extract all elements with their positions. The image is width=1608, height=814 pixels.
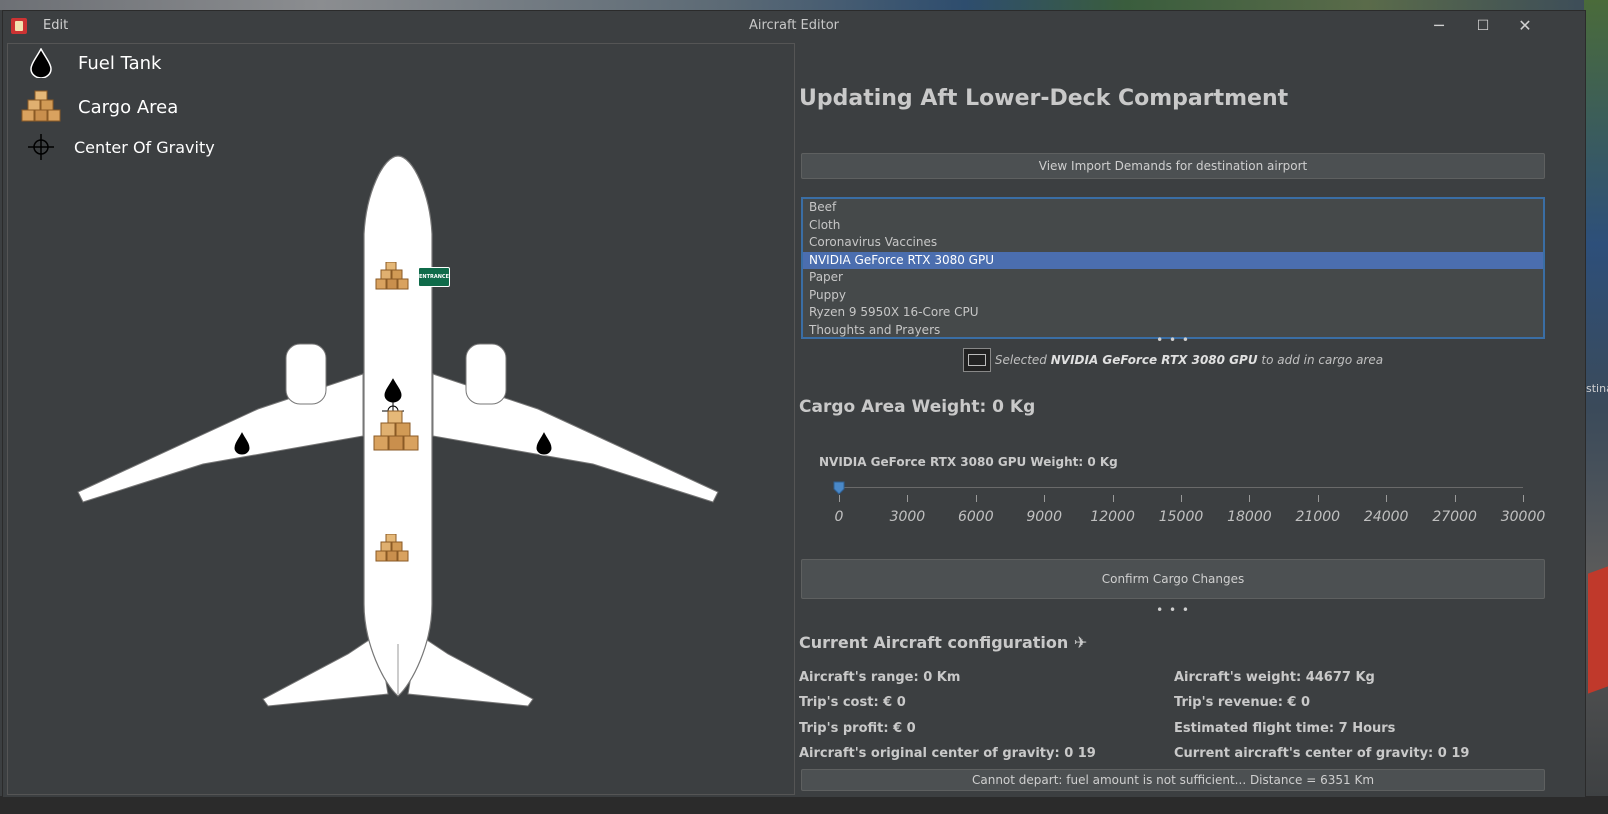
cargo-list-item[interactable]: Ryzen 9 5950X 16-Core CPU: [803, 304, 1543, 322]
configuration-title: Current Aircraft configuration ✈: [799, 633, 1088, 652]
cargo-area-marker-center[interactable]: [372, 410, 422, 452]
entrance-sign: ENTRANCE: [418, 267, 450, 287]
cargo-area-marker-front[interactable]: [374, 262, 410, 292]
compartment-heading: Updating Aft Lower-Deck Compartment: [799, 86, 1289, 111]
slider-tick: [1112, 495, 1114, 502]
aircraft-diagram-panel: Fuel Tank Cargo Area Center Of Gravity E…: [7, 43, 795, 795]
selection-item: NVIDIA GeForce RTX 3080 GPU: [1050, 353, 1258, 367]
cargo-list-item[interactable]: Puppy: [803, 287, 1543, 305]
view-import-demands-button[interactable]: View Import Demands for destination airp…: [801, 153, 1545, 179]
slider-tick-label: 24000: [1363, 509, 1409, 525]
title-bar[interactable]: Edit Aircraft Editor ─ ☐ ✕: [3, 11, 1585, 41]
maximize-button[interactable]: ☐: [1463, 14, 1503, 38]
slider-tick: [1454, 495, 1456, 502]
cargo-list-item[interactable]: NVIDIA GeForce RTX 3080 GPU: [803, 251, 1543, 269]
slider-tick-label: 15000: [1158, 509, 1204, 525]
trip-profit: Trip's profit: € 0: [799, 721, 916, 736]
slider-tick: [1044, 495, 1046, 502]
cargo-list-item[interactable]: Cloth: [803, 217, 1543, 235]
cargo-area-marker-aft[interactable]: [374, 534, 410, 564]
item-weight-label: NVIDIA GeForce RTX 3080 GPU Weight: 0 Kg: [819, 455, 1118, 469]
trip-cost: Trip's cost: € 0: [799, 695, 906, 710]
slider-tick-label: 18000: [1227, 509, 1272, 525]
slider-tick-label: 21000: [1295, 509, 1341, 525]
selection-info: Selected NVIDIA GeForce RTX 3080 GPU to …: [801, 348, 1545, 372]
slider-tick: [1317, 495, 1319, 502]
slider-tick: [1249, 495, 1251, 502]
fuel-tank-marker-right-wing[interactable]: [534, 430, 554, 456]
slider-tick: [975, 495, 977, 502]
minimize-button[interactable]: ─: [1419, 14, 1459, 38]
cargo-item-list[interactable]: Beef Cloth Coronavirus Vaccines NVIDIA GeFo…: [801, 197, 1545, 339]
slider-tick: [1386, 495, 1388, 502]
original-center-of-gravity: Aircraft's original center of gravity: 0…: [799, 746, 1096, 761]
slider-tick: [907, 495, 909, 502]
slider-tick-label: 12000: [1090, 509, 1135, 525]
desktop-background: [0, 0, 1608, 10]
estimated-flight-time: Estimated flight time: 7 Hours: [1174, 721, 1396, 736]
split-divider-top[interactable]: • • •: [801, 333, 1545, 347]
selection-prefix: Selected: [994, 353, 1047, 367]
cargo-area-weight: Cargo Area Weight: 0 Kg: [799, 397, 1036, 417]
aircraft-editor-window: Edit Aircraft Editor ─ ☐ ✕ Fuel Tank Car…: [2, 10, 1586, 798]
background-text: stina: [1586, 382, 1608, 395]
slider-tick-label: 3000: [889, 509, 926, 525]
window-title: Aircraft Editor: [748, 18, 840, 33]
slider-tick-label: 30000: [1500, 509, 1546, 525]
selection-suffix: to add in cargo area: [1261, 353, 1384, 367]
cargo-list-item[interactable]: Paper: [803, 269, 1543, 287]
background-map-edge: stina: [1584, 0, 1608, 814]
cargo-list-item[interactable]: Beef: [803, 199, 1543, 217]
depart-status-button[interactable]: Cannot depart: fuel amount is not suffic…: [801, 769, 1545, 791]
taskbar-strip: [0, 796, 1608, 814]
slider-tick-label: 9000: [1026, 509, 1063, 525]
fuel-tank-marker-left-wing[interactable]: [232, 430, 252, 456]
slider-tick: [839, 495, 840, 502]
gpu-icon: [962, 348, 991, 372]
close-button[interactable]: ✕: [1505, 14, 1545, 38]
split-divider-bottom[interactable]: • • •: [801, 603, 1545, 617]
background-red-shape: [1588, 566, 1608, 694]
confirm-cargo-changes-button[interactable]: Confirm Cargo Changes: [801, 559, 1545, 599]
cargo-editor-panel: Updating Aft Lower-Deck Compartment View…: [799, 43, 1549, 793]
aircraft-range: Aircraft's range: 0 Km: [799, 670, 961, 685]
slider-tick-label: 0: [834, 509, 844, 525]
slider-tick-label: 6000: [957, 509, 994, 525]
aircraft-weight: Aircraft's weight: 44677 Kg: [1174, 670, 1375, 685]
trip-revenue: Trip's revenue: € 0: [1174, 695, 1311, 710]
weight-slider-track[interactable]: [839, 487, 1523, 488]
slider-tick: [1181, 495, 1182, 502]
slider-tick: [1523, 495, 1524, 502]
cargo-list-item[interactable]: Coronavirus Vaccines: [803, 234, 1543, 252]
weight-slider-thumb[interactable]: [833, 481, 845, 495]
current-center-of-gravity: Current aircraft's center of gravity: 0 …: [1174, 746, 1470, 761]
slider-tick-label: 27000: [1432, 509, 1477, 525]
